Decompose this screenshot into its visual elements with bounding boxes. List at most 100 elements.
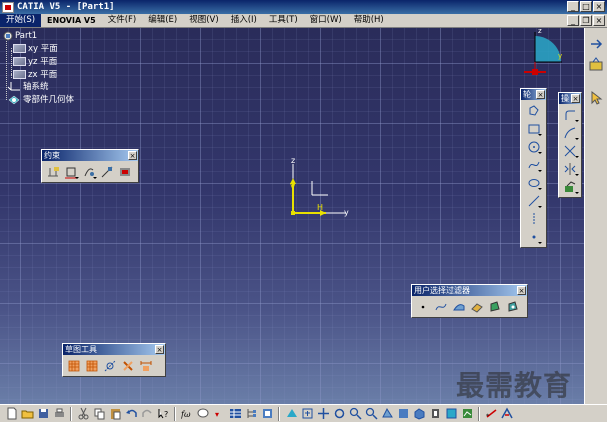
paste-icon[interactable] xyxy=(108,407,122,421)
menu-tools[interactable]: 工具(T) xyxy=(263,14,304,27)
doc-close-button[interactable]: × xyxy=(593,15,605,26)
axis-system-icon xyxy=(7,81,21,91)
profile-toolbar-title[interactable]: 轮 × xyxy=(521,89,546,100)
menu-enovia[interactable]: ENOVIA V5 xyxy=(41,14,102,27)
mirror-icon[interactable] xyxy=(562,160,579,177)
point-icon[interactable] xyxy=(525,228,542,245)
tree-node-yz-plane[interactable]: yz 平面 xyxy=(13,55,57,67)
axis-icon[interactable] xyxy=(525,210,542,227)
undo-icon[interactable] xyxy=(124,407,138,421)
macro-icon[interactable]: ▾ xyxy=(212,407,226,421)
doc-minimize-button[interactable]: _ xyxy=(567,15,579,26)
exit-workbench-icon[interactable] xyxy=(588,36,604,52)
pan-icon[interactable] xyxy=(316,407,330,421)
constraint-toolbar-title[interactable]: 约束 × xyxy=(42,150,138,161)
operation-toolbar[interactable]: 操 × xyxy=(558,92,582,198)
dimensional-constraints-icon[interactable] xyxy=(137,357,154,374)
save-icon[interactable] xyxy=(36,407,50,421)
copy-icon[interactable] xyxy=(92,407,106,421)
profile-icon[interactable] xyxy=(525,102,542,119)
geometrical-element-filter-icon[interactable] xyxy=(504,298,521,315)
chamfer-icon[interactable] xyxy=(562,124,579,141)
open-folder-icon[interactable] xyxy=(20,407,34,421)
snap-to-point-icon[interactable] xyxy=(83,357,100,374)
constraint-icon[interactable] xyxy=(62,163,79,180)
tree-node-part1[interactable]: Part1 xyxy=(3,30,37,42)
zoom-out-icon[interactable] xyxy=(364,407,378,421)
measure-icon[interactable]: * xyxy=(484,407,498,421)
zoom-in-icon[interactable] xyxy=(348,407,362,421)
constraint-defined-in-dialog-icon[interactable] xyxy=(44,163,61,180)
doc-restore-button[interactable]: ❐ xyxy=(580,15,592,26)
sketch-tools-toolbar[interactable]: 草图工具 × xyxy=(62,343,166,377)
rectangle-icon[interactable] xyxy=(525,120,542,137)
menu-edit[interactable]: 编辑(E) xyxy=(142,14,183,27)
rotate-icon[interactable] xyxy=(332,407,346,421)
maximize-button[interactable]: □ xyxy=(580,1,592,12)
close-button[interactable]: × xyxy=(593,1,605,12)
fit-all-icon[interactable] xyxy=(300,407,314,421)
volume-filter-icon[interactable] xyxy=(468,298,485,315)
menu-file[interactable]: 文件(F) xyxy=(102,14,143,27)
redo-icon[interactable] xyxy=(140,407,154,421)
grid-icon[interactable] xyxy=(65,357,82,374)
compass-widget[interactable] xyxy=(518,28,572,78)
tree-node-axis-system[interactable]: 轴系统 xyxy=(7,80,49,92)
spline-icon[interactable] xyxy=(525,156,542,173)
new-file-icon[interactable] xyxy=(4,407,18,421)
tree-expand-icon[interactable] xyxy=(244,407,258,421)
fix-together-icon[interactable] xyxy=(98,163,115,180)
geometrical-constraints-icon[interactable] xyxy=(119,357,136,374)
print-icon[interactable] xyxy=(52,407,66,421)
sketch-analysis-icon[interactable] xyxy=(460,407,474,421)
cut-icon[interactable] xyxy=(76,407,90,421)
trim-icon[interactable] xyxy=(562,142,579,159)
whats-this-icon[interactable]: ? xyxy=(156,407,170,421)
profile-toolbar[interactable]: 轮 × xyxy=(520,88,547,248)
user-selection-filter-toolbar[interactable]: 用户选择过滤器 × xyxy=(411,284,528,318)
table-icon[interactable] xyxy=(228,407,242,421)
sketch-icon[interactable] xyxy=(588,56,604,72)
close-icon[interactable]: × xyxy=(536,90,545,99)
close-icon[interactable]: × xyxy=(128,151,137,160)
knowledge-advisor-icon[interactable] xyxy=(196,407,210,421)
menu-view[interactable]: 视图(V) xyxy=(183,14,224,27)
animate-constraint-icon[interactable] xyxy=(116,163,133,180)
constraint-toolbar[interactable]: 约束 × xyxy=(41,149,139,183)
tree-node-zx-plane[interactable]: zx 平面 xyxy=(13,68,57,80)
normal-view-icon[interactable] xyxy=(380,407,394,421)
hide-show-icon[interactable] xyxy=(428,407,442,421)
formula-icon[interactable]: fω xyxy=(180,407,194,421)
corner-icon[interactable] xyxy=(562,106,579,123)
menu-start[interactable]: 开始(S) xyxy=(0,14,42,27)
tree-node-xy-plane[interactable]: xy 平面 xyxy=(13,42,58,54)
view-mode-icon[interactable] xyxy=(412,407,426,421)
swap-visible-space-icon[interactable] xyxy=(444,407,458,421)
sketch-tools-toolbar-title[interactable]: 草图工具 × xyxy=(63,344,165,355)
surface-filter-icon[interactable] xyxy=(450,298,467,315)
close-icon[interactable]: × xyxy=(571,94,580,103)
close-icon[interactable]: × xyxy=(155,345,164,354)
fly-mode-icon[interactable] xyxy=(284,407,298,421)
contact-constraint-icon[interactable] xyxy=(80,163,97,180)
user-filter-toolbar-title[interactable]: 用户选择过滤器 × xyxy=(412,285,527,296)
menu-window[interactable]: 窗口(W) xyxy=(304,14,348,27)
ellipse-icon[interactable] xyxy=(525,174,542,191)
catia-app-icon[interactable] xyxy=(2,1,14,13)
construction-element-icon[interactable] xyxy=(101,357,118,374)
menu-insert[interactable]: 插入(I) xyxy=(225,14,263,27)
tree-node-part-body[interactable]: 零部件几何体 xyxy=(7,93,74,105)
menu-help[interactable]: 帮助(H) xyxy=(348,14,390,27)
circle-icon[interactable] xyxy=(525,138,542,155)
operation-toolbar-title[interactable]: 操 × xyxy=(559,93,581,104)
line-icon[interactable] xyxy=(525,192,542,209)
select-arrow-icon[interactable] xyxy=(588,90,604,106)
feature-element-filter-icon[interactable] xyxy=(486,298,503,315)
quick-view-icon[interactable] xyxy=(396,407,410,421)
curve-filter-icon[interactable] xyxy=(432,298,449,315)
catalog-icon[interactable] xyxy=(260,407,274,421)
project-3d-elements-icon[interactable] xyxy=(562,178,579,195)
minimize-button[interactable]: _ xyxy=(567,1,579,12)
point-filter-icon[interactable] xyxy=(414,298,431,315)
close-icon[interactable]: × xyxy=(517,286,526,295)
